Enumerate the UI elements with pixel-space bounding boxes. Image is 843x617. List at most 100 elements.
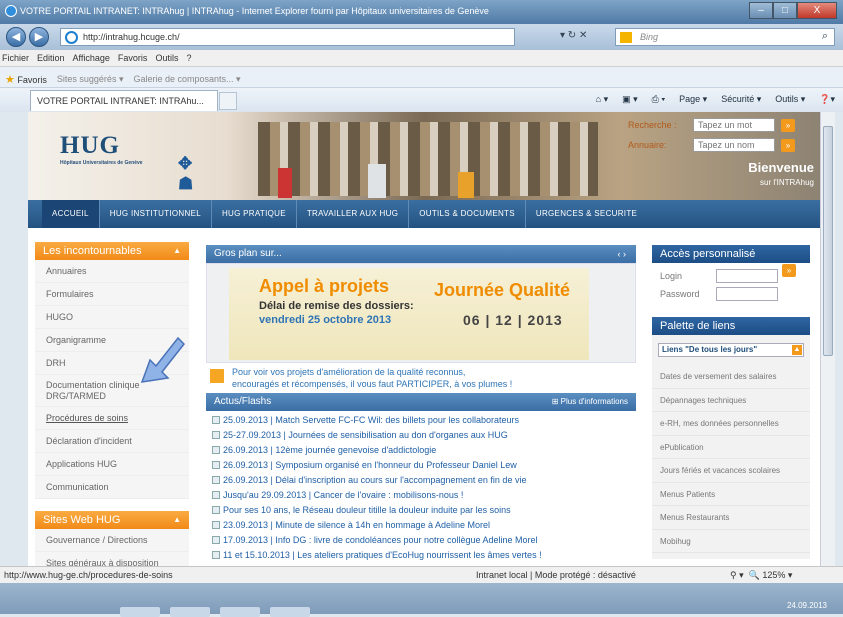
nav-travailler[interactable]: TRAVAILLER AUX HUG xyxy=(297,200,410,228)
news-icon xyxy=(212,491,220,499)
news-icon xyxy=(212,521,220,529)
news-icon xyxy=(212,446,220,454)
nav-pratique[interactable]: HUG PRATIQUE xyxy=(212,200,297,228)
link-annuaires[interactable]: Annuaires xyxy=(35,260,189,283)
recherche-go-button[interactable]: » xyxy=(781,119,795,132)
annuaire-go-button[interactable]: » xyxy=(781,139,795,152)
recherche-input[interactable] xyxy=(693,118,775,132)
incontournables-header[interactable]: Les incontournables ▲ xyxy=(35,242,189,260)
news-item[interactable]: Pour ses 10 ans, le Réseau douleur titil… xyxy=(212,505,636,520)
logo-figures-icon: ✥ ☗ xyxy=(178,154,195,193)
link-procedures-de-soins[interactable]: Procédures de soins xyxy=(35,407,189,430)
nav-outils-documents[interactable]: OUTILS & DOCUMENTS xyxy=(409,200,526,228)
feeds-icon[interactable]: ▣ ▾ xyxy=(622,94,638,105)
news-item[interactable]: 26.09.2013 | Symposium organisé en l'hon… xyxy=(212,460,636,475)
logo-subtitle: Hôpitaux Universitaires de Genève xyxy=(60,160,143,166)
palette-link[interactable]: Jours fériés et vacances scolaires xyxy=(652,459,810,483)
acces-title: Accès personnalisé xyxy=(660,248,756,260)
carousel-arrows[interactable]: ‹ › xyxy=(618,249,627,259)
palette-link[interactable]: Menus Patients xyxy=(652,483,810,506)
link-gouvernance[interactable]: Gouvernance / Directions xyxy=(35,529,189,552)
taskbar-button[interactable] xyxy=(170,607,210,617)
refresh-stop-icons[interactable]: ▾ ↻ ✕ xyxy=(560,30,587,41)
menu-affichage[interactable]: Affichage xyxy=(73,53,110,66)
login-input[interactable] xyxy=(716,269,778,283)
palette-link[interactable]: Menus Restaurants xyxy=(652,506,810,530)
link-applications-hug[interactable]: Applications HUG xyxy=(35,453,189,476)
scrollbar-thumb[interactable] xyxy=(823,126,833,356)
news-item[interactable]: 26.09.2013 | Délai d'inscription au cour… xyxy=(212,475,636,490)
collapse-icon[interactable]: ▲ xyxy=(173,515,181,524)
menu-outils[interactable]: Outils xyxy=(155,53,178,66)
nav-institutionnel[interactable]: HUG INSTITUTIONNEL xyxy=(100,200,212,228)
news-item[interactable]: 26.09.2013 | 12ème journée genevoise d'a… xyxy=(212,445,636,460)
nav-urgences[interactable]: URGENCES & SECURITE xyxy=(526,200,647,228)
cmd-outils[interactable]: Outils ▾ xyxy=(775,94,805,105)
home-icon[interactable]: ⌂ ▾ xyxy=(596,94,608,105)
gros-plan-banner[interactable]: Appel à projets Délai de remise des doss… xyxy=(206,263,636,363)
password-input[interactable] xyxy=(716,287,778,301)
plus-informations-link[interactable]: ⊞ Plus d'informations xyxy=(552,397,628,406)
back-button[interactable]: ◀ xyxy=(6,27,26,47)
close-button[interactable]: X xyxy=(797,2,837,19)
browser-tab[interactable]: VOTRE PORTAIL INTRANET: INTRAhu... xyxy=(30,90,218,111)
news-item[interactable]: 11 et 15.10.2013 | Les ateliers pratique… xyxy=(212,550,636,565)
liens-select[interactable]: Liens "De tous les jours" ▲ xyxy=(658,343,804,357)
news-text: 25.09.2013 | Match Servette FC-FC Wil: d… xyxy=(223,415,519,425)
menu-help[interactable]: ? xyxy=(186,53,191,66)
vertical-scrollbar[interactable] xyxy=(820,112,835,566)
collapse-icon[interactable]: ▲ xyxy=(173,246,181,255)
menu-favoris[interactable]: Favoris xyxy=(118,53,148,66)
taskbar-button[interactable] xyxy=(120,607,160,617)
tab-bar: VOTRE PORTAIL INTRANET: INTRAhu... ⌂ ▾ ▣… xyxy=(0,88,843,112)
search-icon[interactable]: ⌕ xyxy=(822,30,828,43)
favoris-button[interactable]: ★ Favoris xyxy=(5,73,47,86)
news-item[interactable]: 25.09.2013 | Match Servette FC-FC Wil: d… xyxy=(212,415,636,430)
new-tab-button[interactable] xyxy=(219,92,237,110)
palette-link[interactable]: ePublication xyxy=(652,436,810,459)
pointer-arrow-icon xyxy=(140,336,186,383)
link-sites-generaux[interactable]: Sites généraux à disposition xyxy=(35,552,189,566)
forward-button[interactable]: ▶ xyxy=(29,27,49,47)
minimize-button[interactable]: – xyxy=(749,2,773,19)
link-formulaires[interactable]: Formulaires xyxy=(35,283,189,306)
sites-web-header[interactable]: Sites Web HUG ▲ xyxy=(35,511,189,529)
right-column: Accès personnalisé Login Password » Pale… xyxy=(652,245,810,559)
menu-edition[interactable]: Edition xyxy=(37,53,65,66)
news-item[interactable]: Jusqu'au 29.09.2013 | Cancer de l'ovaire… xyxy=(212,490,636,505)
cmd-securite[interactable]: Sécurité ▾ xyxy=(721,94,761,105)
cmd-page[interactable]: Page ▾ xyxy=(679,94,707,105)
search-input[interactable]: Bing ⌕ xyxy=(615,28,835,46)
zoom-control[interactable]: ⚲ ▾ 🔍 125% ▾ xyxy=(730,570,792,581)
login-go-button[interactable]: » xyxy=(782,264,796,277)
link-declaration-incident[interactable]: Déclaration d'incident xyxy=(35,430,189,453)
palette-link[interactable]: Dates de versement des salaires xyxy=(652,365,810,389)
news-item[interactable]: 23.09.2013 | Minute de silence à 14h en … xyxy=(212,520,636,535)
star-icon: ★ xyxy=(5,73,15,86)
page-content: HUG Hôpitaux Universitaires de Genève ✥ … xyxy=(28,112,820,566)
taskbar-button[interactable] xyxy=(220,607,260,617)
link-hugo[interactable]: HUGO xyxy=(35,306,189,329)
taskbar-button[interactable] xyxy=(270,607,310,617)
fav-galerie[interactable]: Galerie de composants... ▾ xyxy=(133,74,240,85)
news-text: 11 et 15.10.2013 | Les ateliers pratique… xyxy=(223,550,542,560)
news-item[interactable]: 17.09.2013 | Info DG : livre de condoléa… xyxy=(212,535,636,550)
menu-fichier[interactable]: Fichier xyxy=(2,53,29,66)
hug-logo[interactable]: HUG Hôpitaux Universitaires de Genève ✥ … xyxy=(60,132,193,193)
maximize-button[interactable]: □ xyxy=(773,2,797,19)
news-item[interactable]: 25-27.09.2013 | Journées de sensibilisat… xyxy=(212,430,636,445)
nav-accueil[interactable]: ACCUEIL xyxy=(42,200,100,228)
palette-link[interactable]: e-RH, mes données personnelles xyxy=(652,412,810,436)
help-icon[interactable]: ❓▾ xyxy=(819,94,835,105)
gros-plan-header: Gros plan sur... ‹ › xyxy=(206,245,636,263)
palette-link[interactable]: Dépannages techniques xyxy=(652,389,810,412)
fav-sites-suggeres[interactable]: Sites suggérés ▾ xyxy=(57,74,124,85)
annuaire-input[interactable] xyxy=(693,138,775,152)
url-input[interactable]: http://intrahug.hcuge.ch/ xyxy=(60,28,515,46)
palette-header: Palette de liens xyxy=(652,317,810,335)
print-icon[interactable]: ⎙ ▾ xyxy=(652,94,665,105)
news-text: 26.09.2013 | Symposium organisé en l'hon… xyxy=(223,460,517,470)
promo-text[interactable]: Pour voir vos projets d'amélioration de … xyxy=(206,363,636,393)
link-communication[interactable]: Communication xyxy=(35,476,189,499)
palette-link[interactable]: Mobihug xyxy=(652,530,810,553)
